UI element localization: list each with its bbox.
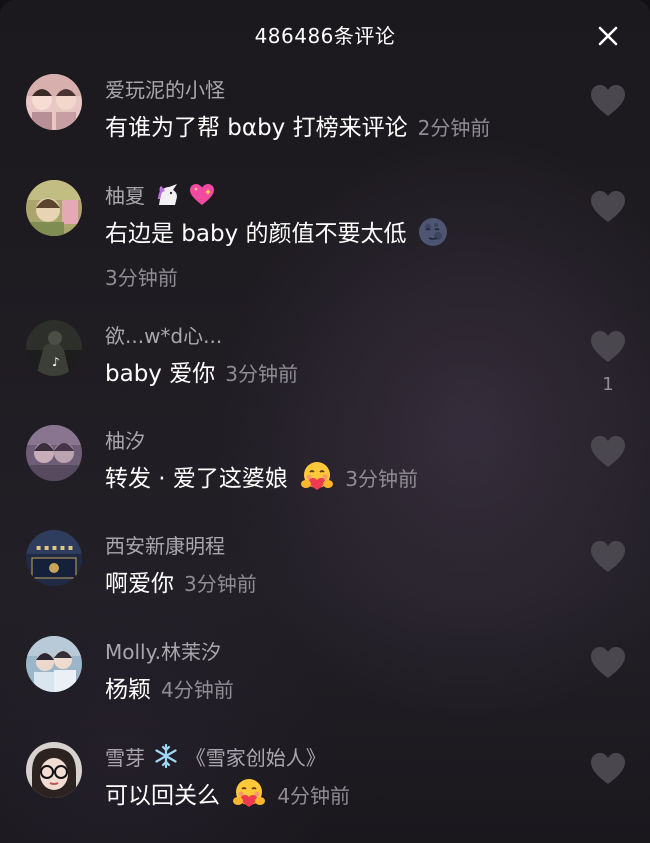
comment-text: 有谁为了帮 bαby 打榜来评论	[105, 115, 408, 141]
comments-header: 486486条评论	[0, 0, 650, 66]
comment-text-line: 杨颖 4分钟前	[105, 670, 234, 704]
like-button[interactable]	[590, 190, 626, 224]
heart-icon	[591, 85, 625, 116]
comment-text-line: baby 爱你 3分钟前	[105, 354, 298, 388]
like-button[interactable]	[590, 435, 626, 469]
comment-item: 柚夏 右边是 baby 的颜值不要太低 3分钟前	[0, 176, 650, 290]
heart-icon	[591, 541, 625, 572]
comment-text: 可以回关么	[105, 783, 220, 809]
svg-text:♪: ♪	[52, 355, 60, 369]
unicorn-emoji	[155, 183, 181, 207]
avatar[interactable]	[26, 636, 82, 692]
comment-username-text[interactable]: 雪芽	[105, 746, 145, 770]
heart-icon	[591, 647, 625, 678]
like-button[interactable]	[590, 646, 626, 680]
comment-username[interactable]: 柚夏	[105, 180, 215, 209]
like-button[interactable]	[590, 752, 626, 786]
like-button[interactable]	[590, 330, 626, 364]
comment-text-line: 啊爱你 3分钟前	[105, 564, 257, 598]
comment-time: 4分钟前	[277, 784, 351, 808]
comment-username[interactable]: 西安新康明程	[105, 530, 225, 559]
comment-item: Molly.林茉汐 杨颖 4分钟前	[0, 632, 650, 732]
comment-text: 转发 · 爱了这婆娘	[105, 466, 288, 492]
comment-time: 4分钟前	[161, 678, 234, 702]
close-icon	[598, 26, 618, 46]
avatar[interactable]	[26, 425, 82, 481]
comment-username[interactable]: 雪芽 《雪家创始人》	[105, 742, 326, 771]
new-moon-face-emoji	[418, 217, 448, 247]
comment-text: baby 爱你	[105, 361, 216, 387]
avatar[interactable]	[26, 74, 82, 130]
like-count: 1	[602, 374, 614, 395]
comment-username[interactable]: 欲...w*d心...	[105, 320, 222, 349]
comment-item: 爱玩泥的小怪 有谁为了帮 bαby 打榜来评论 2分钟前	[0, 70, 650, 170]
comment-count-title: 486486条评论	[254, 24, 396, 48]
heart-icon	[591, 331, 625, 362]
comment-item: ▪ ▪ ▪ ▪ ▪ 西安新康明程 啊爱你 3分钟前	[0, 526, 650, 626]
heart-icon	[591, 753, 625, 784]
comment-text-line: 转发 · 爱了这婆娘 3分钟前	[105, 459, 418, 493]
comment-item: 柚汐 转发 · 爱了这婆娘 3分钟前	[0, 421, 650, 521]
comment-time: 3分钟前	[225, 362, 298, 386]
svg-text:▪ ▪ ▪ ▪ ▪: ▪ ▪ ▪ ▪ ▪	[36, 543, 73, 552]
comment-text: 右边是 baby 的颜值不要太低	[105, 221, 407, 247]
hugging-face-emoji	[299, 460, 335, 492]
comment-text-line: 可以回关么 4分钟前	[105, 776, 350, 810]
comments-sheet: 486486条评论 爱玩泥的小怪 有谁为了帮 bαby 打榜来评论 2分钟前 柚…	[0, 0, 650, 843]
comment-item: ♪ 欲...w*d心... baby 爱你 3分钟前 1	[0, 316, 650, 416]
comment-time: 3分钟前	[184, 572, 257, 596]
comment-text: 杨颖	[105, 677, 151, 703]
comment-time: 3分钟前	[105, 266, 178, 290]
comment-text-line: 右边是 baby 的颜值不要太低	[105, 214, 448, 248]
close-button[interactable]	[590, 18, 626, 54]
avatar[interactable]: ▪ ▪ ▪ ▪ ▪	[26, 530, 82, 586]
heart-icon	[591, 191, 625, 222]
comment-username[interactable]: Molly.林茉汐	[105, 636, 221, 665]
comment-username-suffix[interactable]: 《雪家创始人》	[186, 746, 326, 770]
comment-username-text[interactable]: 柚夏	[105, 184, 145, 208]
comment-time: 3分钟前	[345, 467, 418, 491]
comment-item: 雪芽 《雪家创始人》 可以回关么 4分钟前	[0, 738, 650, 843]
avatar[interactable]: ♪	[26, 320, 82, 376]
sparkling-heart-emoji	[189, 183, 215, 207]
hugging-face-emoji	[231, 777, 267, 809]
heart-icon	[591, 436, 625, 467]
avatar[interactable]	[26, 742, 82, 798]
snowflake-emoji	[153, 743, 179, 769]
avatar[interactable]	[26, 180, 82, 236]
comment-username[interactable]: 柚汐	[105, 425, 145, 454]
comment-time: 2分钟前	[417, 116, 491, 140]
comment-text: 啊爱你	[105, 571, 174, 597]
comment-username[interactable]: 爱玩泥的小怪	[105, 74, 225, 103]
comment-text-line: 有谁为了帮 bαby 打榜来评论 2分钟前	[105, 108, 490, 142]
like-button[interactable]	[590, 84, 626, 118]
like-button[interactable]	[590, 540, 626, 574]
